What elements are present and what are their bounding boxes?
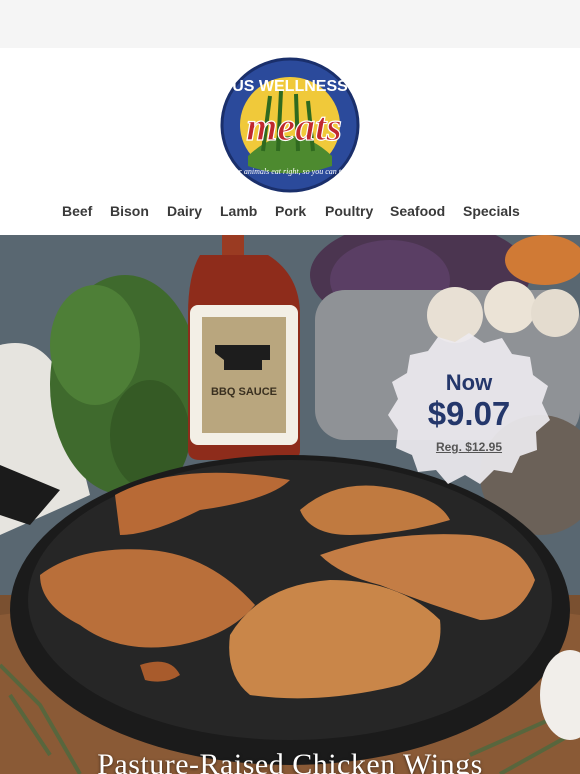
logo-top-text: US WELLNESS <box>232 78 348 95</box>
nav-item-lamb[interactable]: Lamb <box>220 203 257 219</box>
top-spacer <box>0 0 580 48</box>
nav-item-dairy[interactable]: Dairy <box>167 203 202 219</box>
regular-price: Reg. $12.95 <box>435 440 503 454</box>
us-wellness-meats-logo[interactable]: US WELLNESS meats Our animals eat right,… <box>218 56 363 194</box>
category-nav: Beef Bison Dairy Lamb Pork Poultry Seafo… <box>0 203 580 227</box>
bbq-sauce-label: BBQ SAUCE <box>211 386 277 398</box>
nav-item-pork[interactable]: Pork <box>275 203 306 219</box>
nav-item-specials[interactable]: Specials <box>463 203 520 219</box>
nav-item-seafood[interactable]: Seafood <box>390 203 445 219</box>
nav-item-poultry[interactable]: Poultry <box>325 203 373 219</box>
now-label: Now <box>445 370 493 395</box>
logo-tagline: Our animals eat right, so you can too. <box>229 167 351 176</box>
logo-main-text: meats <box>246 104 342 149</box>
hero-product-image[interactable]: BBQ SAUCE Now $9.07 Reg. $12.95 Pasture-… <box>0 235 580 774</box>
nav-item-bison[interactable]: Bison <box>110 203 149 219</box>
product-title: Pasture-Raised Chicken Wings <box>97 748 483 774</box>
sale-price: $9.07 <box>427 395 511 432</box>
price-badge[interactable]: Now $9.07 Reg. $12.95 <box>386 329 552 491</box>
nav-item-beef[interactable]: Beef <box>62 203 92 219</box>
chicken-wings-photo: BBQ SAUCE <box>0 235 580 774</box>
email-header: US WELLNESS meats Our animals eat right,… <box>0 48 580 235</box>
